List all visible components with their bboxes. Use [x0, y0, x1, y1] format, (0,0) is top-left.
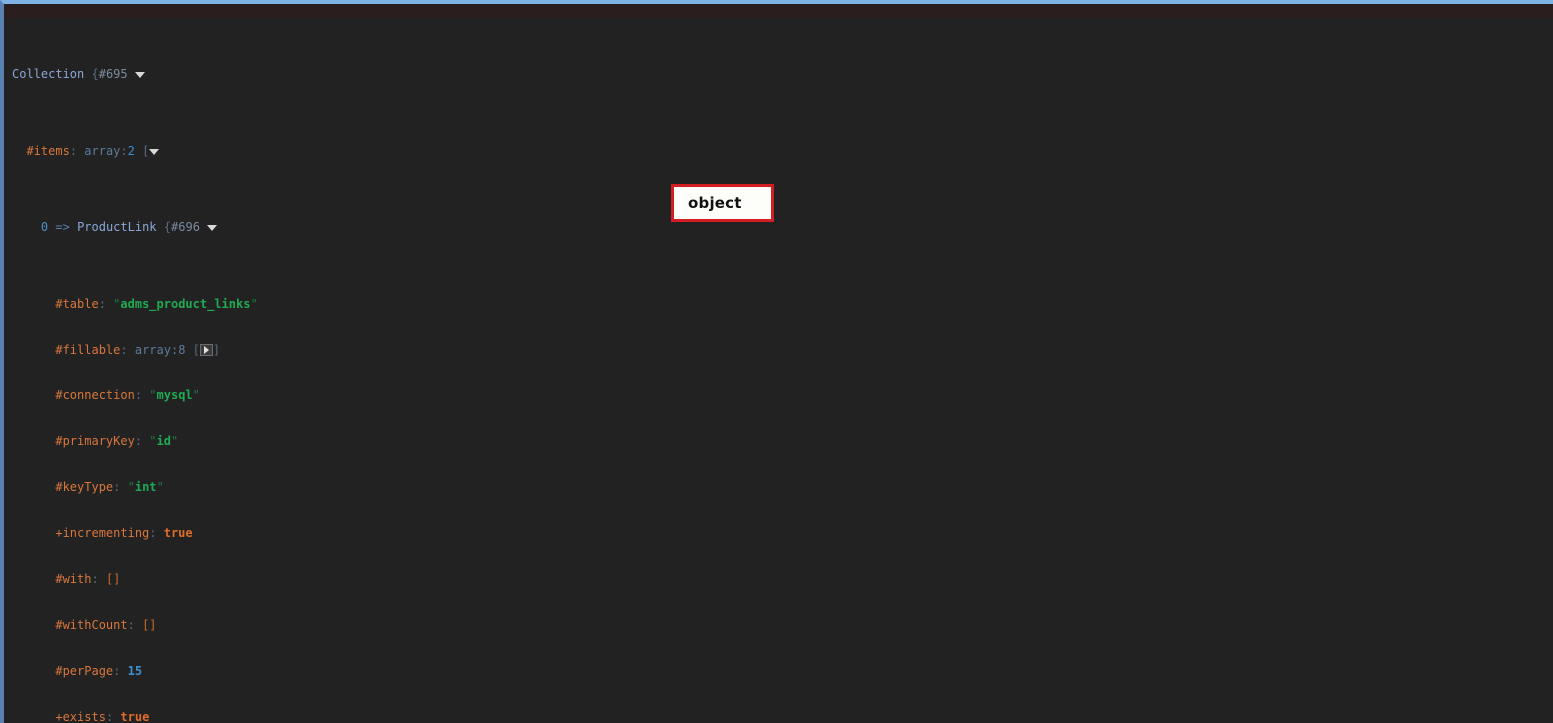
property-name[interactable]: #with — [55, 572, 91, 586]
property-row: #table: "adms_product_links" — [55, 296, 258, 311]
property-row: #primaryKey: "id" — [55, 434, 179, 449]
entry-ref-id: #696 — [171, 220, 200, 235]
entry-class-name[interactable]: ProductLink — [77, 220, 156, 234]
property-row: +exists: true — [55, 709, 150, 723]
property-row: #connection: "mysql" — [55, 388, 200, 403]
property-name[interactable]: +incrementing — [55, 526, 149, 540]
property-value: true — [120, 709, 150, 723]
line-entry-0: 0 => ProductLink {#696 — [12, 220, 1553, 235]
line-collection-header: Collection {#695 — [12, 67, 1553, 82]
items-type: array — [84, 143, 121, 158]
property-value: array:8 — [134, 342, 186, 357]
line-items-property: #items: array:2 [ — [12, 144, 1553, 159]
property-name[interactable]: #withCount — [55, 618, 127, 632]
property-value: [] — [105, 571, 121, 586]
brace-open: { — [91, 67, 99, 82]
chevron-down-icon[interactable] — [149, 147, 160, 156]
items-count: 2 — [127, 143, 135, 158]
property-row: #fillable: array:8 [] — [55, 342, 221, 357]
colon: : — [69, 143, 78, 158]
var-dump-panel: Collection {#695 #items: array:2 [ 0 => … — [0, 0, 1553, 723]
property-name[interactable]: #primaryKey — [55, 434, 134, 448]
root-class-name[interactable]: Collection — [12, 67, 84, 81]
property-row: #with: [] — [55, 571, 121, 586]
chevron-down-icon[interactable] — [134, 70, 145, 79]
property-row: #keyType: "int" — [55, 480, 164, 495]
callout-label: object — [688, 194, 742, 212]
bracket-open: [ — [142, 143, 150, 158]
property-value: 15 — [127, 663, 143, 678]
property-row: +incrementing: true — [55, 526, 193, 541]
chevron-down-icon[interactable] — [207, 223, 218, 232]
colon: : — [120, 143, 128, 158]
property-name[interactable]: #perPage — [55, 664, 113, 678]
property-value: int — [134, 480, 157, 495]
property-name[interactable]: #connection — [55, 388, 134, 402]
property-value: true — [163, 526, 193, 541]
property-name[interactable]: #keyType — [55, 480, 113, 494]
brace-open: { — [163, 220, 172, 235]
root-ref-id: #695 — [98, 67, 128, 82]
property-row: #withCount: [] — [55, 617, 157, 632]
property-value: mysql — [156, 388, 193, 403]
property-name[interactable]: +exists — [55, 710, 106, 723]
chevron-right-icon[interactable] — [199, 343, 213, 356]
property-name[interactable]: #table — [55, 297, 98, 311]
dump-code-block: Collection {#695 #items: array:2 [ 0 => … — [4, 4, 1553, 723]
property-value: id — [156, 434, 171, 449]
arrow: => — [55, 220, 70, 235]
property-name-items[interactable]: #items — [26, 144, 69, 158]
property-value: [] — [142, 617, 157, 632]
property-value: adms_product_links — [120, 296, 251, 311]
property-row: #perPage: 15 — [55, 663, 143, 678]
property-name[interactable]: #fillable — [55, 343, 120, 357]
object-callout-box: object — [671, 184, 774, 222]
